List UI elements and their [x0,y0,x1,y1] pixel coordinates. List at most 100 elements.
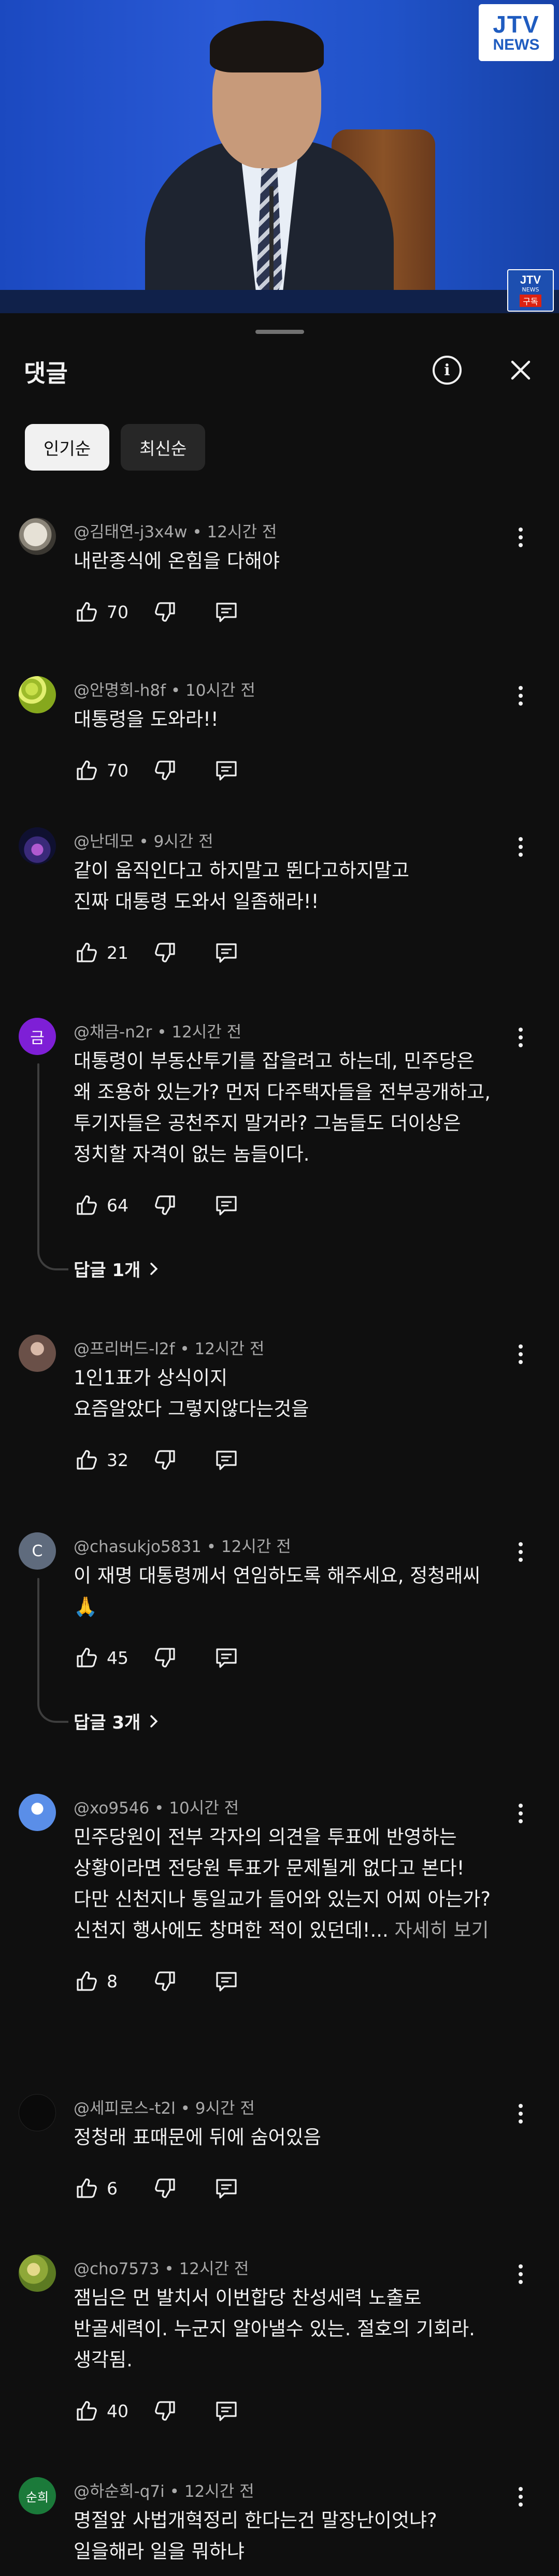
comment-meta: @하순희-q7i • 12시간 전 [74,2478,254,2501]
dislike-button[interactable] [152,2175,178,2201]
view-replies-button[interactable]: 답글 1개 [74,1256,160,1281]
avatar[interactable]: C [19,1532,56,1570]
comment-actions: 45 [74,1642,239,1673]
comment-line: 내란종식에 온힘을 다해야 [74,550,280,572]
comment-line: 요즘알았다 그렇지않다는것을 [74,1398,309,1420]
like-count: 8 [107,1971,118,1992]
read-more-link[interactable]: 자세히 보기 [389,1919,489,1941]
dislike-button[interactable] [152,1645,178,1671]
subscribe-badge[interactable]: JTV NEWS 구독 [507,269,554,312]
reply-button[interactable] [213,599,239,625]
comment-meta: @세피로스-t2l • 9시간 전 [74,2095,255,2118]
comment-line: 이 재명 대통령께서 연임하도록 해주세요, 정청래씨 [74,1564,481,1587]
thread-line [37,1578,39,1699]
close-icon[interactable] [505,355,536,386]
comment-author[interactable]: @xo9546 [74,1799,149,1818]
comment-author[interactable]: @채금-n2r [74,1023,152,1042]
reply-button[interactable] [213,940,239,965]
comment-actions: 8 [74,1966,239,1997]
like-count: 6 [107,2178,118,2199]
chevron-right-icon [148,1714,160,1729]
like-button[interactable]: 32 [74,1447,152,1473]
avatar[interactable]: 금 [19,1018,56,1055]
avatar[interactable] [19,1335,56,1372]
comment-line: 정치할 자격이 없는 놈들이다. [74,1143,310,1165]
video-player[interactable]: JTV NEWS JTV NEWS 구독 [0,0,559,313]
comment-meta: @김태연-j3x4w • 12시간 전 [74,519,277,542]
comment-author[interactable]: @cho7573 [74,2260,160,2278]
comment-author[interactable]: @난데모 [74,832,134,851]
meta-separator: • [149,1799,169,1818]
comment-time: 10시간 전 [169,1799,239,1818]
like-button[interactable]: 40 [74,2398,152,2424]
sort-chip-newest[interactable]: 최신순 [121,424,206,471]
meta-separator: • [164,2482,184,2501]
comment-meta: @cho7573 • 12시간 전 [74,2256,249,2279]
reply-button[interactable] [213,2398,239,2424]
comment-line: 대통령이 부동산투기를 잡을려고 하는데, 민주당은 [74,1050,475,1072]
comment-line: 1인1표가 상식이지 [74,1367,228,1389]
dislike-button[interactable] [152,1968,178,1994]
like-button[interactable]: 70 [74,757,152,783]
like-button[interactable]: 45 [74,1645,152,1671]
avatar[interactable] [19,827,56,865]
comment-line: 진짜 대통령 도와서 일좀해라!! [74,890,319,913]
avatar[interactable]: 순희 [19,2477,56,2514]
reply-button[interactable] [213,1968,239,1994]
comment-line: 상황이라면 전당원 투표가 문제될게 없다고 본다! [74,1857,465,1879]
comment-author[interactable]: @chasukjo5831 [74,1538,202,1556]
avatar[interactable] [19,2255,56,2292]
reply-button[interactable] [213,1192,239,1218]
comment-author[interactable]: @김태연-j3x4w [74,523,188,541]
thumbs-up-icon [74,1447,99,1473]
thumbs-up-icon [74,1192,99,1218]
like-count: 64 [107,1195,128,1216]
comment-time: 12시간 전 [184,2482,254,2501]
reply-button[interactable] [213,2175,239,2201]
reply-button[interactable] [213,757,239,783]
comment-text: 내란종식에 온힘을 다해야 [74,546,519,577]
thumbs-down-icon [152,757,178,783]
like-count: 21 [107,942,128,963]
comment-author[interactable]: @하순희-q7i [74,2482,165,2501]
dislike-button[interactable] [152,1447,178,1473]
dislike-button[interactable] [152,757,178,783]
thread-curve [37,1245,68,1270]
comment-line: 생각됨. [74,2349,133,2371]
thumbs-down-icon [152,2398,178,2424]
avatar[interactable] [19,2094,56,2131]
thumbs-up-icon [74,2398,99,2424]
dislike-button[interactable] [152,599,178,625]
comment-line: 대통령을 도와라!! [74,708,219,730]
comment-actions: 32 [74,1444,239,1475]
dislike-button[interactable] [152,940,178,965]
comment-line: 정청래 표때문에 뒤에 숨어있음 [74,2126,321,2148]
reply-button[interactable] [213,1447,239,1473]
comment-author[interactable]: @프리버드-l2f [74,1340,175,1358]
badge-line1: JTV [520,273,541,286]
like-count: 45 [107,1647,128,1668]
thumbs-up-icon [74,1645,99,1671]
sort-chip-top[interactable]: 인기순 [25,424,110,471]
comment-meta: @chasukjo5831 • 12시간 전 [74,1533,291,1557]
replies-label: 답글 1개 [74,1260,141,1281]
like-button[interactable]: 8 [74,1968,152,1994]
like-button[interactable]: 6 [74,2175,152,2201]
dislike-button[interactable] [152,2398,178,2424]
comment-author[interactable]: @안명희-h8f [74,681,166,700]
reply-button[interactable] [213,1645,239,1671]
drag-handle[interactable] [255,330,304,334]
like-button[interactable]: 70 [74,599,152,625]
view-replies-button[interactable]: 답글 3개 [74,1708,160,1734]
like-button[interactable]: 21 [74,940,152,965]
avatar[interactable] [19,676,56,713]
comment-text: 명절앞 사법개혁정리 한다는건 말장난이엇냐? 일을해라 일을 뭐하냐 [74,2505,519,2567]
info-icon[interactable]: i [433,356,462,385]
dislike-button[interactable] [152,1192,178,1218]
like-button[interactable]: 64 [74,1192,152,1218]
badge-line3: 구독 [520,295,541,307]
meta-separator: • [175,1340,195,1358]
avatar[interactable] [19,1794,56,1831]
avatar[interactable] [19,518,56,555]
comment-author[interactable]: @세피로스-t2l [74,2099,176,2118]
